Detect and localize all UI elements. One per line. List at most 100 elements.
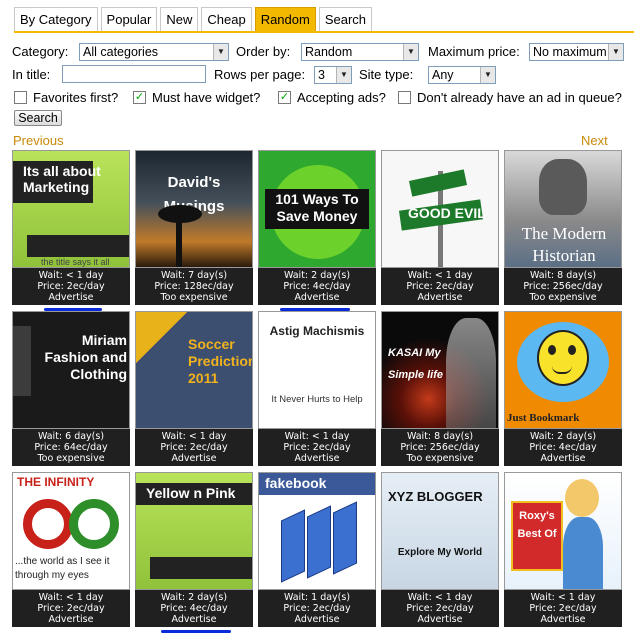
tab-random[interactable]: Random bbox=[254, 7, 316, 31]
too-expensive-label: Too expensive bbox=[406, 453, 474, 464]
blog-price: Price: 4ec/day bbox=[529, 442, 597, 453]
chevron-down-icon: ▼ bbox=[336, 67, 351, 83]
blog-card[interactable]: fakebook Wait: 1 day(s) Price: 2ec/day A… bbox=[258, 472, 376, 627]
blog-title: Astig Machismis bbox=[269, 324, 365, 338]
blog-price: Price: 2ec/day bbox=[37, 281, 105, 292]
blog-thumbnail: XYZ BLOGGER Explore My World bbox=[381, 472, 499, 590]
category-label: Category: bbox=[12, 44, 69, 59]
order-by-select[interactable]: Random ▼ bbox=[301, 43, 419, 61]
blog-info: Wait: < 1 day Price: 2ec/day Advertise bbox=[135, 429, 253, 466]
blog-thumbnail: THE INFINITY ...the world as I see it th… bbox=[12, 472, 130, 590]
blog-title: XYZ BLOGGER bbox=[388, 489, 483, 504]
tab-underline bbox=[14, 31, 634, 33]
blog-price: Price: 64ec/day bbox=[34, 442, 108, 453]
max-price-select[interactable]: No maximum ▼ bbox=[529, 43, 624, 61]
advertise-link[interactable]: Advertise bbox=[135, 614, 253, 625]
blog-card[interactable]: Just Bookmark Wait: 2 day(s) Price: 4ec/… bbox=[504, 311, 622, 466]
chevron-down-icon: ▼ bbox=[403, 44, 418, 60]
advertise-link[interactable]: Advertise bbox=[504, 614, 622, 625]
blog-thumbnail: 101 Ways To Save Money bbox=[258, 150, 376, 268]
blog-card[interactable]: Miriam Fashion and Clothing Wait: 6 day(… bbox=[12, 311, 130, 466]
blog-card[interactable]: Soccer Predictions 2011 Wait: < 1 day Pr… bbox=[135, 311, 253, 466]
blog-subtitle: Explore My World bbox=[397, 547, 483, 558]
blog-info: Wait: 2 day(s) Price: 4ec/day Advertise bbox=[258, 268, 376, 305]
tab-cheap[interactable]: Cheap bbox=[201, 7, 252, 31]
order-by-label: Order by: bbox=[236, 44, 291, 59]
blog-thumbnail: Its all about Marketing the title says i… bbox=[12, 150, 130, 268]
tab-search[interactable]: Search bbox=[318, 7, 373, 31]
blog-title: Just Bookmark bbox=[507, 412, 580, 424]
blog-card[interactable]: David's Musings Wait: 7 day(s) Price: 12… bbox=[135, 150, 253, 305]
blog-price: Price: 2ec/day bbox=[406, 603, 474, 614]
blog-title: KASAI My Simple life bbox=[388, 347, 444, 381]
blog-card[interactable]: GOOD EVIL Wait: < 1 day Price: 2ec/day A… bbox=[381, 150, 499, 305]
blog-grid: Its all about Marketing the title says i… bbox=[12, 150, 624, 633]
blog-thumbnail: fakebook bbox=[258, 472, 376, 590]
chevron-down-icon: ▼ bbox=[480, 67, 495, 83]
accepting-ads-checkbox[interactable]: ✓ bbox=[278, 91, 291, 104]
too-expensive-label: Too expensive bbox=[529, 292, 597, 303]
blog-wait: Wait: < 1 day bbox=[407, 270, 473, 281]
blog-thumbnail: GOOD EVIL bbox=[381, 150, 499, 268]
tab-bar: By Category Popular New Cheap Random Sea… bbox=[14, 7, 375, 31]
rows-per-page-select[interactable]: 3 ▼ bbox=[314, 66, 352, 84]
blog-thumbnail: Just Bookmark bbox=[504, 311, 622, 429]
blog-info: Wait: < 1 day Price: 2ec/day Advertise bbox=[381, 590, 499, 627]
tab-by-category[interactable]: By Category bbox=[14, 7, 98, 31]
advertise-link[interactable]: Advertise bbox=[135, 453, 253, 464]
blog-card[interactable]: KASAI My Simple life Wait: 8 day(s) Pric… bbox=[381, 311, 499, 466]
blog-wait: Wait: 7 day(s) bbox=[160, 270, 228, 281]
blog-subtitle: It Never Hurts to Help bbox=[271, 394, 363, 405]
site-type-label: Site type: bbox=[359, 67, 414, 82]
blog-price: Price: 4ec/day bbox=[283, 281, 351, 292]
advertise-link[interactable]: Advertise bbox=[504, 453, 622, 464]
advertise-link[interactable]: Advertise bbox=[12, 614, 130, 625]
blog-info: Wait: < 1 day Price: 2ec/day Advertise bbox=[12, 590, 130, 627]
site-type-value: Any bbox=[432, 68, 454, 82]
blog-card[interactable]: Astig Machismis It Never Hurts to Help W… bbox=[258, 311, 376, 466]
category-select[interactable]: All categories ▼ bbox=[79, 43, 229, 61]
advertise-link[interactable]: Advertise bbox=[258, 614, 376, 625]
blog-wait: Wait: 2 day(s) bbox=[283, 270, 351, 281]
search-button[interactable]: Search bbox=[14, 110, 62, 126]
blog-card[interactable]: Its all about Marketing the title says i… bbox=[12, 150, 130, 311]
blog-wait: Wait: 6 day(s) bbox=[37, 431, 105, 442]
blog-info: Wait: 7 day(s) Price: 128ec/day Too expe… bbox=[135, 268, 253, 305]
blog-info: Wait: < 1 day Price: 2ec/day Advertise bbox=[504, 590, 622, 627]
blog-thumbnail: Soccer Predictions 2011 bbox=[135, 311, 253, 429]
blog-info: Wait: 8 day(s) Price: 256ec/day Too expe… bbox=[381, 429, 499, 466]
blog-card[interactable]: 101 Ways To Save Money Wait: 2 day(s) Pr… bbox=[258, 150, 376, 311]
advertise-link[interactable]: Advertise bbox=[381, 614, 499, 625]
blog-title: Its all about Marketing bbox=[23, 163, 101, 195]
advertise-link[interactable]: Advertise bbox=[258, 453, 376, 464]
tab-popular[interactable]: Popular bbox=[100, 7, 158, 31]
blog-thumbnail: Roxy's Best Of bbox=[504, 472, 622, 590]
blog-card[interactable]: Roxy's Best Of Wait: < 1 day Price: 2ec/… bbox=[504, 472, 622, 627]
no-ad-in-queue-checkbox[interactable] bbox=[398, 91, 411, 104]
favorites-first-checkbox[interactable] bbox=[14, 91, 27, 104]
blog-card[interactable]: The Modern Historian Wait: 8 day(s) Pric… bbox=[504, 150, 622, 305]
advertise-link[interactable]: Advertise bbox=[381, 292, 499, 303]
in-title-input[interactable] bbox=[62, 65, 206, 83]
next-link[interactable]: Next bbox=[581, 133, 608, 148]
max-price-select-value: No maximum bbox=[533, 45, 607, 59]
chevron-down-icon: ▼ bbox=[608, 44, 623, 60]
blog-title: fakebook bbox=[265, 475, 327, 491]
blog-card[interactable]: XYZ BLOGGER Explore My World Wait: < 1 d… bbox=[381, 472, 499, 627]
blog-wait: Wait: 8 day(s) bbox=[529, 270, 597, 281]
too-expensive-label: Too expensive bbox=[37, 453, 105, 464]
tab-new[interactable]: New bbox=[160, 7, 199, 31]
blog-card[interactable]: THE INFINITY ...the world as I see it th… bbox=[12, 472, 130, 627]
max-price-label: Maximum price: bbox=[428, 44, 520, 59]
blog-title: 101 Ways To Save Money bbox=[275, 191, 359, 224]
advertise-link[interactable]: Advertise bbox=[12, 292, 130, 303]
blog-price: Price: 2ec/day bbox=[283, 603, 351, 614]
blog-wait: Wait: 2 day(s) bbox=[529, 431, 597, 442]
site-type-select[interactable]: Any ▼ bbox=[428, 66, 496, 84]
must-have-widget-checkbox[interactable]: ✓ bbox=[133, 91, 146, 104]
rows-per-page-value: 3 bbox=[318, 68, 325, 82]
accepting-ads-label: Accepting ads? bbox=[297, 90, 386, 105]
previous-link[interactable]: Previous bbox=[13, 133, 64, 148]
blog-card[interactable]: Yellow n Pink Wait: 2 day(s) Price: 4ec/… bbox=[135, 472, 253, 633]
advertise-link[interactable]: Advertise bbox=[258, 292, 376, 303]
